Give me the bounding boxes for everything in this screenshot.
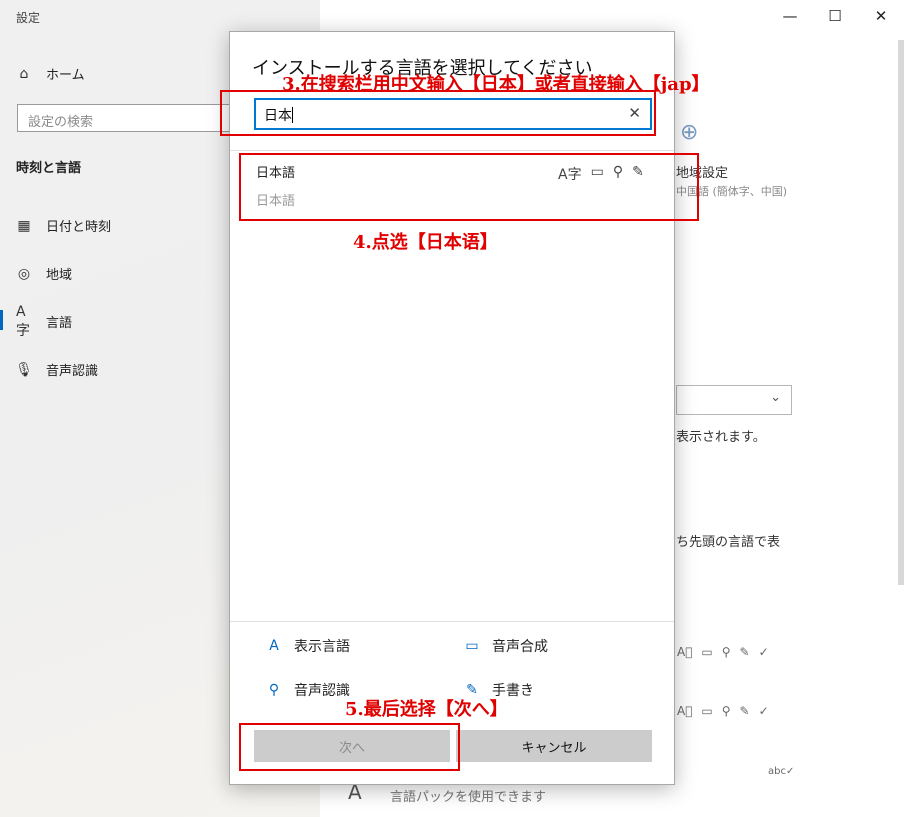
calendar-clock-icon: ▦ bbox=[17, 217, 31, 234]
sidebar-item-language[interactable]: A字 言語 bbox=[16, 303, 73, 339]
close-window-button[interactable]: ✕ bbox=[866, 6, 896, 26]
background-dropdown[interactable]: ⌄ bbox=[676, 385, 792, 415]
sidebar-item-date-time[interactable]: ▦ 日付と時刻 bbox=[16, 216, 112, 236]
sidebar-item-home[interactable]: ⌂ ホーム bbox=[16, 64, 85, 84]
globe-region-icon: ◎ bbox=[17, 265, 31, 282]
feature-text-to-speech: ▭ 音声合成 bbox=[464, 636, 548, 656]
chevron-down-icon: ⌄ bbox=[770, 390, 781, 405]
annotation-box-search bbox=[220, 90, 656, 136]
sidebar-item-label: 地域 bbox=[46, 268, 73, 283]
feature-display-language: A 表示言語 bbox=[266, 636, 350, 656]
feature-speech-recognition: ⚲ 音声認識 bbox=[266, 680, 350, 700]
feature-label: 表示言語 bbox=[294, 639, 350, 655]
app-title: 設定 bbox=[16, 11, 41, 25]
annotation-box-next bbox=[239, 723, 460, 771]
bg-shown-text: 表示されます。 bbox=[676, 430, 766, 445]
feature-label: 音声認識 bbox=[294, 683, 350, 699]
sidebar-item-label: 日付と時刻 bbox=[46, 220, 112, 235]
bg-feature-icons-row1: A⃞▭⚲✎✓ bbox=[677, 645, 778, 659]
install-language-dialog: インストールする言語を選択してください 日本 ✕ 日本語 日本語 A字 ▭ ⚲ … bbox=[229, 31, 675, 785]
language-icon: A字 bbox=[16, 303, 30, 339]
globe-icon: ⊕ bbox=[680, 120, 699, 145]
bg-first-lang-text: ち先頭の言語で表 bbox=[676, 535, 781, 550]
microphone-icon: 🎙 bbox=[15, 361, 33, 378]
bg-feature-icons-row2: A⃞▭⚲✎✓ bbox=[677, 704, 778, 718]
annotation-step4: 4.点选【日本语】 bbox=[353, 232, 498, 253]
sidebar-item-label: 言語 bbox=[46, 316, 73, 331]
bg-lang-pack-text: 言語パックを使用できます bbox=[390, 790, 547, 805]
annotation-step5: 5.最后选择【次へ】 bbox=[345, 699, 508, 720]
sidebar-item-speech[interactable]: 🎙 音声認識 bbox=[15, 360, 99, 380]
text-to-speech-icon: ▭ bbox=[465, 638, 479, 654]
divider bbox=[230, 621, 674, 622]
home-icon: ⌂ bbox=[19, 65, 29, 82]
speech-recognition-icon: ⚲ bbox=[268, 682, 280, 698]
sidebar-item-region[interactable]: ◎ 地域 bbox=[16, 264, 73, 284]
abc-check-icon: abc✓ bbox=[768, 766, 795, 777]
annotation-step3: 3.在搜索栏用中文输入【日本】或者直接输入【jap】 bbox=[282, 74, 710, 95]
display-language-icon: A bbox=[269, 638, 279, 654]
feature-label: 音声合成 bbox=[492, 639, 548, 655]
annotation-box-result bbox=[239, 153, 699, 221]
sidebar-item-label: ホーム bbox=[46, 68, 85, 83]
sidebar-item-label: 音声認識 bbox=[46, 364, 99, 379]
divider bbox=[230, 150, 674, 151]
scrollbar[interactable] bbox=[898, 40, 904, 585]
cancel-button[interactable]: キャンセル bbox=[456, 730, 652, 762]
minimize-button[interactable]: — bbox=[775, 6, 805, 26]
selected-indicator bbox=[0, 310, 3, 330]
section-heading: 時刻と言語 bbox=[16, 161, 82, 176]
maximize-button[interactable]: ☐ bbox=[820, 6, 850, 26]
